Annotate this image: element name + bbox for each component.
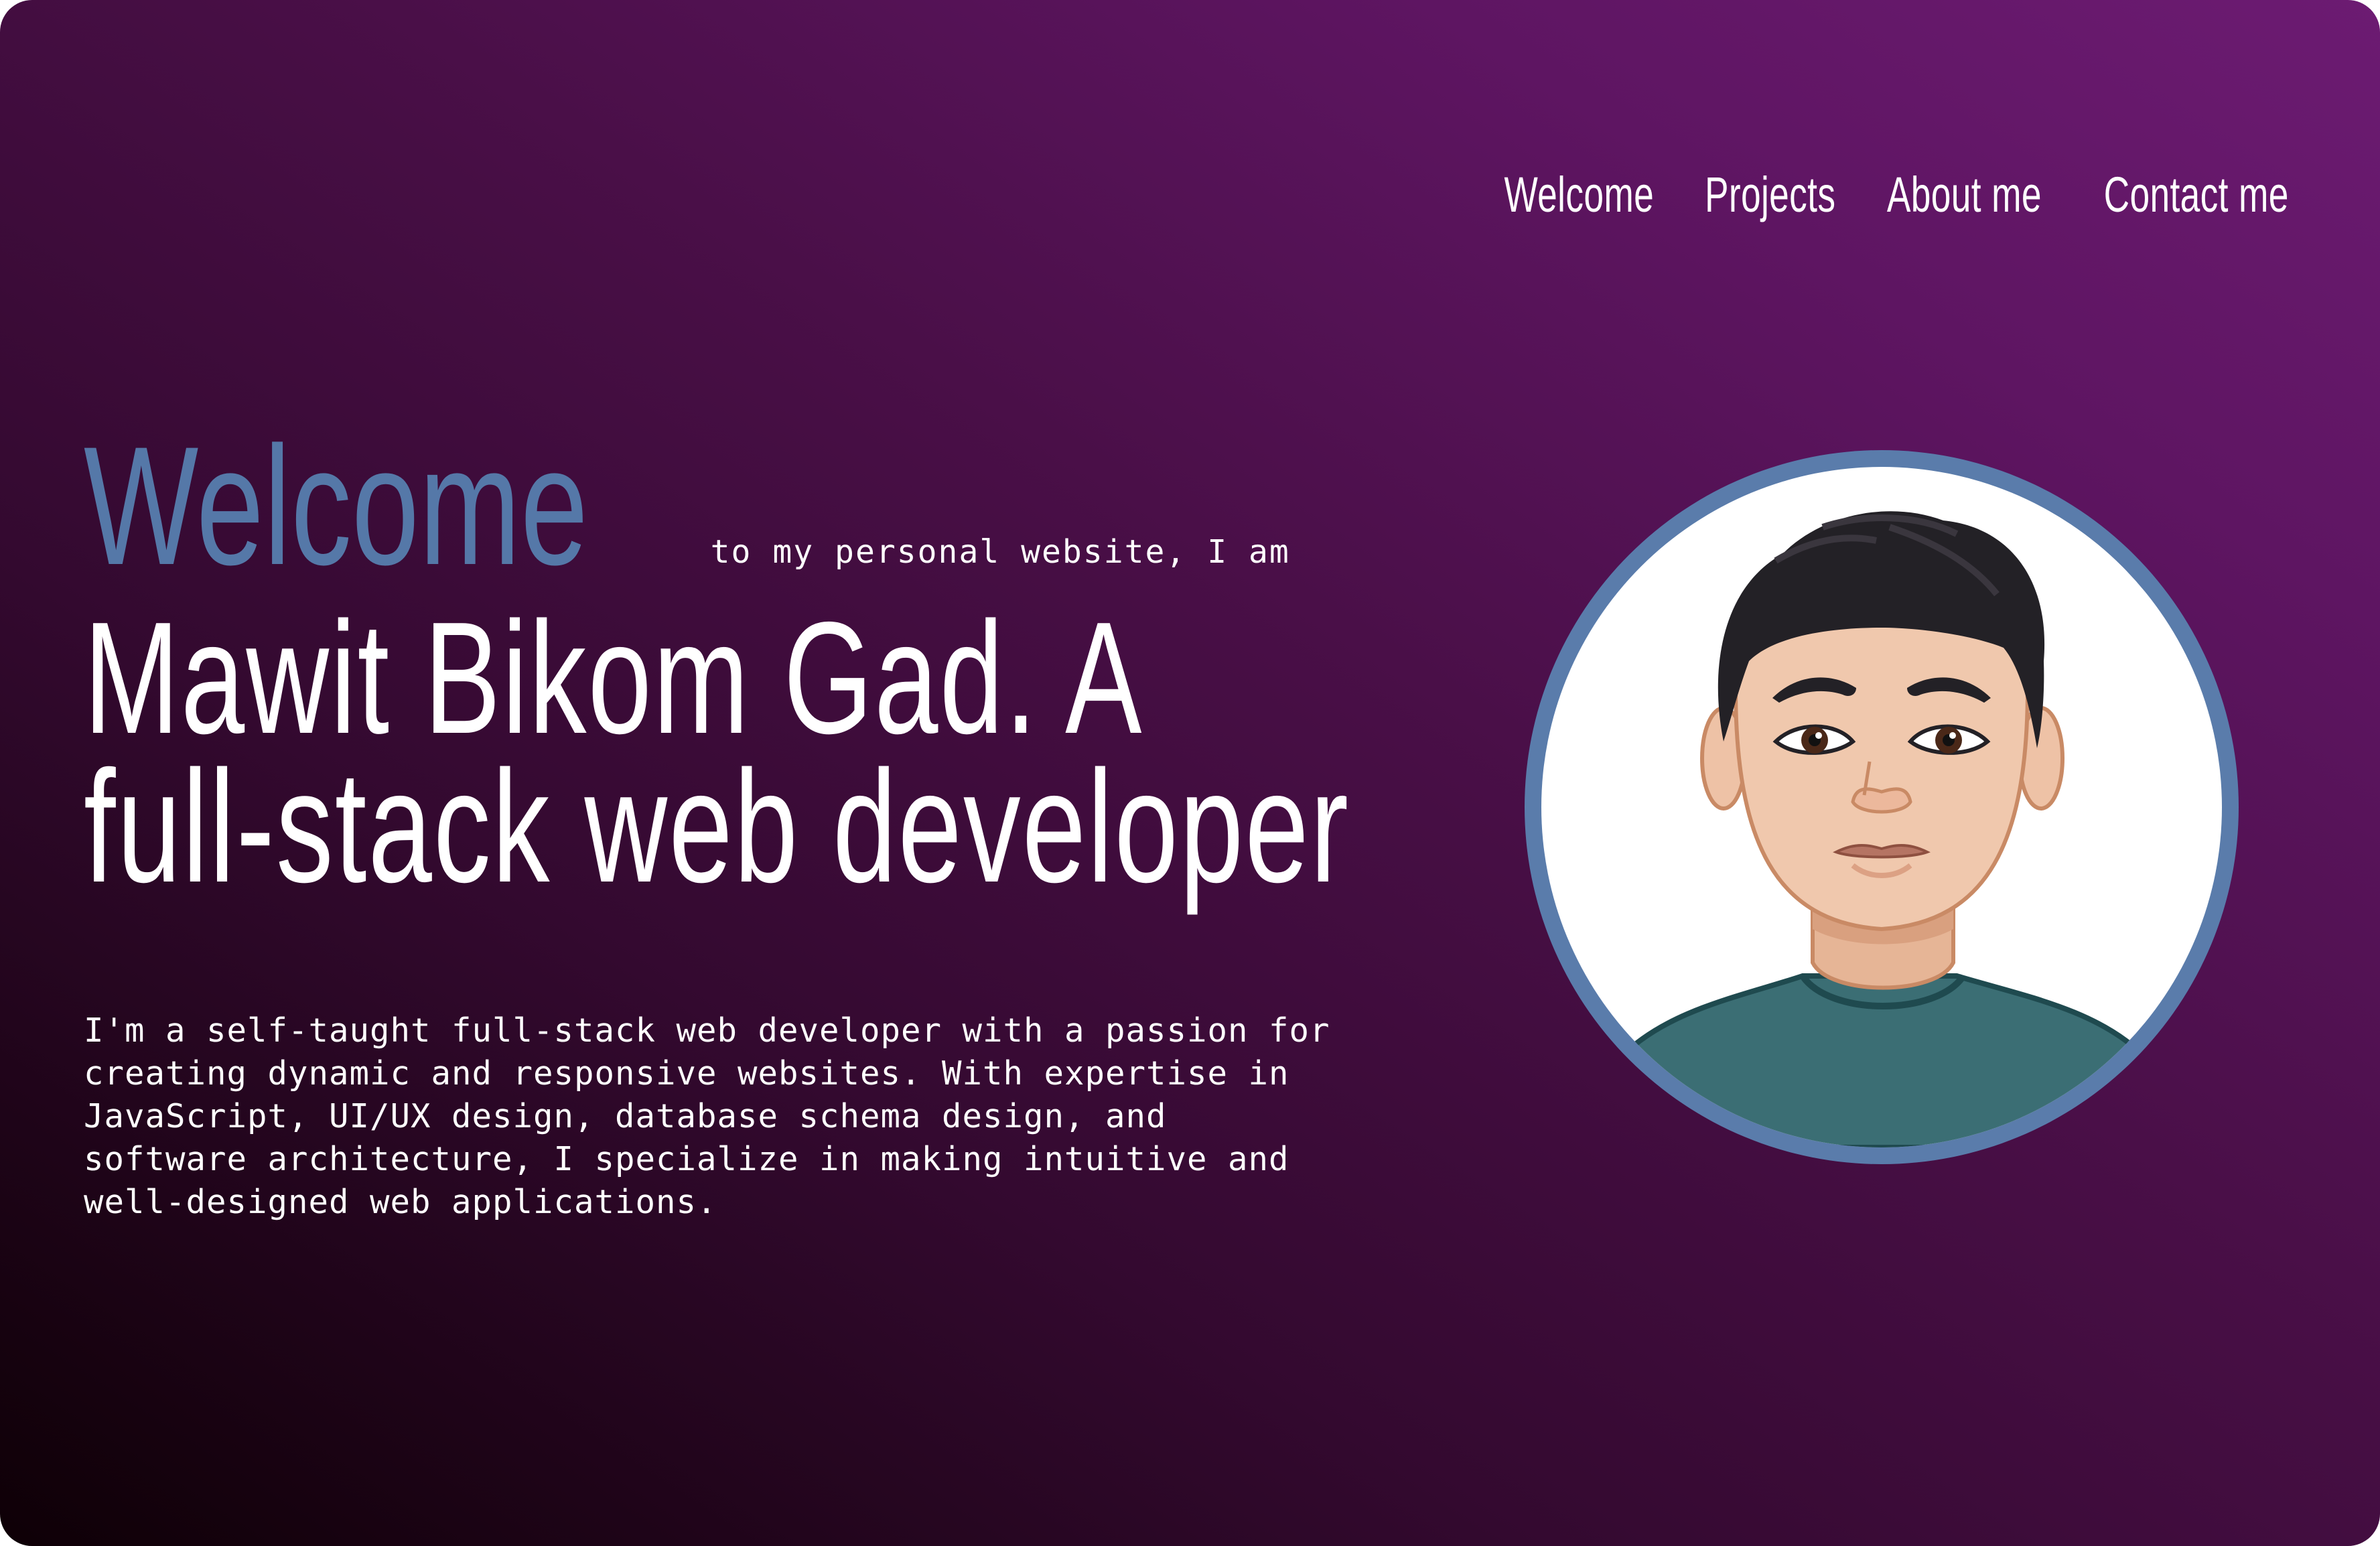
developer-avatar-icon [1541,467,2222,1147]
welcome-heading: Welcome [84,412,588,600]
welcome-line: Welcome to my personal website, I am [84,422,1390,591]
intro-paragraph: I'm a self-taught full-stack web develop… [84,1011,1330,1221]
hero-section: Welcome to my personal website, I am Maw… [84,422,1390,916]
nav-link-contact-me[interactable]: Contact me [2103,166,2288,223]
avatar [1525,450,2239,1164]
welcome-subtext: to my personal website, I am [710,533,1290,571]
main-navigation: Welcome Projects About me Contact me [1504,166,2295,223]
nav-link-welcome[interactable]: Welcome [1504,166,1654,223]
landing-page: Welcome Projects About me Contact me Wel… [0,0,2380,1546]
nav-link-about-me[interactable]: About me [1887,166,2042,223]
nav-link-projects[interactable]: Projects [1705,166,1835,223]
hero-headline: Mawit Bikom Gad. A full-stack web develo… [84,589,1350,916]
